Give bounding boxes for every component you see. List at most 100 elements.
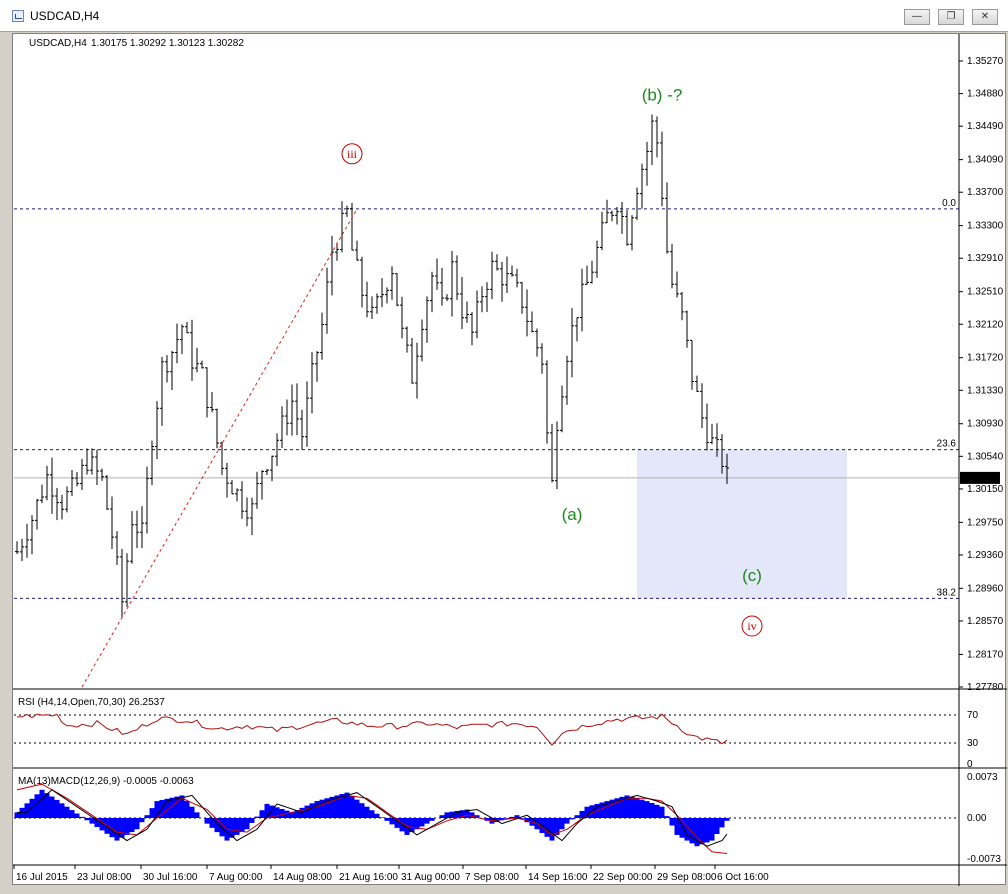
macd-histogram-bar	[74, 813, 80, 818]
macd-histogram-bar	[204, 818, 210, 824]
rsi-tick-label: 30	[967, 738, 979, 749]
time-tick-label: 31 Aug 00:00	[401, 872, 460, 883]
macd-histogram-bar	[384, 818, 390, 821]
macd-histogram-bar	[144, 815, 150, 818]
macd-histogram-bar	[14, 812, 20, 818]
time-tick-label: 30 Jul 16:00	[143, 872, 198, 883]
macd-histogram-bar	[254, 816, 260, 818]
price-tick-label: 1.28170	[967, 649, 1004, 660]
price-tick-label: 1.35270	[967, 56, 1004, 67]
macd-histogram-bar	[34, 794, 40, 818]
macd-histogram-bar	[239, 818, 245, 833]
macd-histogram-bar	[724, 818, 730, 821]
macd-histogram-bar	[354, 799, 360, 818]
current-price-label: 1.30282	[964, 474, 1001, 485]
fib-level-label: 23.6	[937, 439, 957, 450]
macd-histogram-bar	[424, 818, 430, 824]
price-tick-label: 1.31720	[967, 353, 1004, 364]
macd-histogram-bar	[669, 818, 675, 826]
macd-histogram-bar	[719, 818, 725, 828]
wave-label: (b) -?	[642, 85, 683, 104]
macd-tick-label: 0.0073	[967, 772, 998, 783]
time-tick-label: 22 Sep 00:00	[593, 872, 653, 883]
time-tick-label: 29 Sep 08:00	[657, 872, 717, 883]
macd-histogram-bar	[649, 802, 655, 818]
macd-histogram-bar	[39, 789, 45, 818]
macd-histogram-bar	[569, 818, 575, 820]
price-tick-label: 1.32910	[967, 253, 1004, 264]
price-tick-label: 1.32510	[967, 287, 1004, 298]
rsi-label: RSI (H4,14,Open,70,30) 26.2537	[18, 697, 165, 708]
macd-histogram-bar	[129, 818, 135, 833]
wave-label: iii	[347, 147, 358, 161]
rsi-tick-label: 0	[967, 759, 973, 770]
macd-histogram-bar	[664, 816, 670, 818]
ohlc-bars-layer	[15, 114, 729, 618]
macd-histogram-bar	[79, 816, 85, 818]
price-tick-label: 1.33700	[967, 187, 1004, 198]
time-tick-label: 7 Sep 08:00	[465, 872, 519, 883]
restore-button[interactable]: ❐	[938, 9, 964, 25]
chart-header-symbol: USDCAD,H4	[29, 38, 87, 49]
macd-histogram-bar	[149, 808, 155, 818]
minimize-button[interactable]: —	[904, 9, 930, 25]
macd-histogram-bar	[549, 818, 555, 841]
macd-histogram-bar	[659, 806, 665, 818]
macd-histogram-bar	[259, 810, 265, 818]
macd-histogram-bar	[564, 818, 570, 824]
macd-histogram-bar	[629, 796, 635, 818]
macd-histogram-bar	[714, 818, 720, 834]
price-tick-label: 1.30930	[967, 419, 1004, 430]
time-tick-label: 16 Jul 2015	[16, 872, 68, 883]
macd-histogram-bar	[574, 815, 580, 818]
time-tick-label: 14 Aug 08:00	[273, 872, 332, 883]
time-tick-label: 7 Aug 00:00	[209, 872, 263, 883]
close-button[interactable]: ✕	[972, 9, 998, 25]
chart-area[interactable]: 0.0 23.6 38.2 iii (b) -? (a) (c) iv 1.35270 1.3…	[12, 33, 1007, 886]
price-tick-label: 1.32120	[967, 319, 1004, 330]
time-tick-label: 14 Sep 16:00	[528, 872, 588, 883]
macd-histogram-bar	[279, 808, 285, 818]
wave-label: iv	[747, 619, 756, 633]
window-title: USDCAD,H4	[30, 9, 100, 23]
macd-histogram-bar	[544, 818, 550, 837]
macd-tick-label: 0.00	[967, 813, 987, 824]
macd-histogram-bar	[374, 813, 380, 818]
wave-label: (c)	[742, 566, 762, 585]
macd-histogram-bar	[134, 818, 140, 830]
window-titlebar: USDCAD,H4 — ❐ ✕	[0, 0, 1008, 32]
fib-level-label: 38.2	[937, 587, 957, 598]
macd-histogram-bar	[309, 803, 315, 818]
macd-histogram-bar	[124, 818, 130, 835]
macd-histogram-bar	[184, 801, 190, 818]
macd-histogram-bar	[219, 818, 225, 837]
macd-histogram-bar	[59, 803, 65, 818]
chart-canvas[interactable]: 0.023.638.2 iii(b) -?(a)(c)iv 1.352701.3…	[13, 34, 1007, 886]
macd-histogram-bar	[709, 818, 715, 841]
macd-histogram-bar	[304, 805, 310, 818]
macd-histogram-bar	[119, 818, 125, 838]
price-tick-label: 1.28960	[967, 583, 1004, 594]
macd-histogram-bar	[439, 815, 445, 818]
macd-histogram-bar	[244, 818, 250, 830]
macd-histogram-bar	[559, 818, 565, 830]
macd-histogram-bar	[114, 818, 120, 841]
macd-histogram-bar	[589, 805, 595, 818]
wave-label: (a)	[562, 505, 583, 524]
price-tick-label: 1.30150	[967, 484, 1004, 495]
macd-histogram-bar	[189, 806, 195, 818]
rsi-line	[17, 713, 728, 746]
macd-histogram-bar	[174, 796, 180, 818]
rsi-panel: 70 30 0	[14, 710, 979, 770]
macd-histogram-bar	[684, 818, 690, 841]
fib-level-label: 0.0	[942, 198, 956, 209]
price-tick-label: 1.31330	[967, 385, 1004, 396]
price-tick-label: 1.34090	[967, 155, 1004, 166]
macd-histogram-bar	[19, 807, 25, 818]
chart-header-ohlc: 1.30175 1.30292 1.30123 1.30282	[91, 38, 244, 49]
price-tick-label: 1.34490	[967, 121, 1004, 132]
time-tick-label: 21 Aug 16:00	[339, 872, 398, 883]
macd-histogram-bar	[249, 818, 255, 823]
macd-histogram-bar	[429, 818, 435, 821]
price-axis-layer: 1.35270 1.34880 1.34490 1.34090 1.33700 1.333…	[13, 34, 1007, 886]
